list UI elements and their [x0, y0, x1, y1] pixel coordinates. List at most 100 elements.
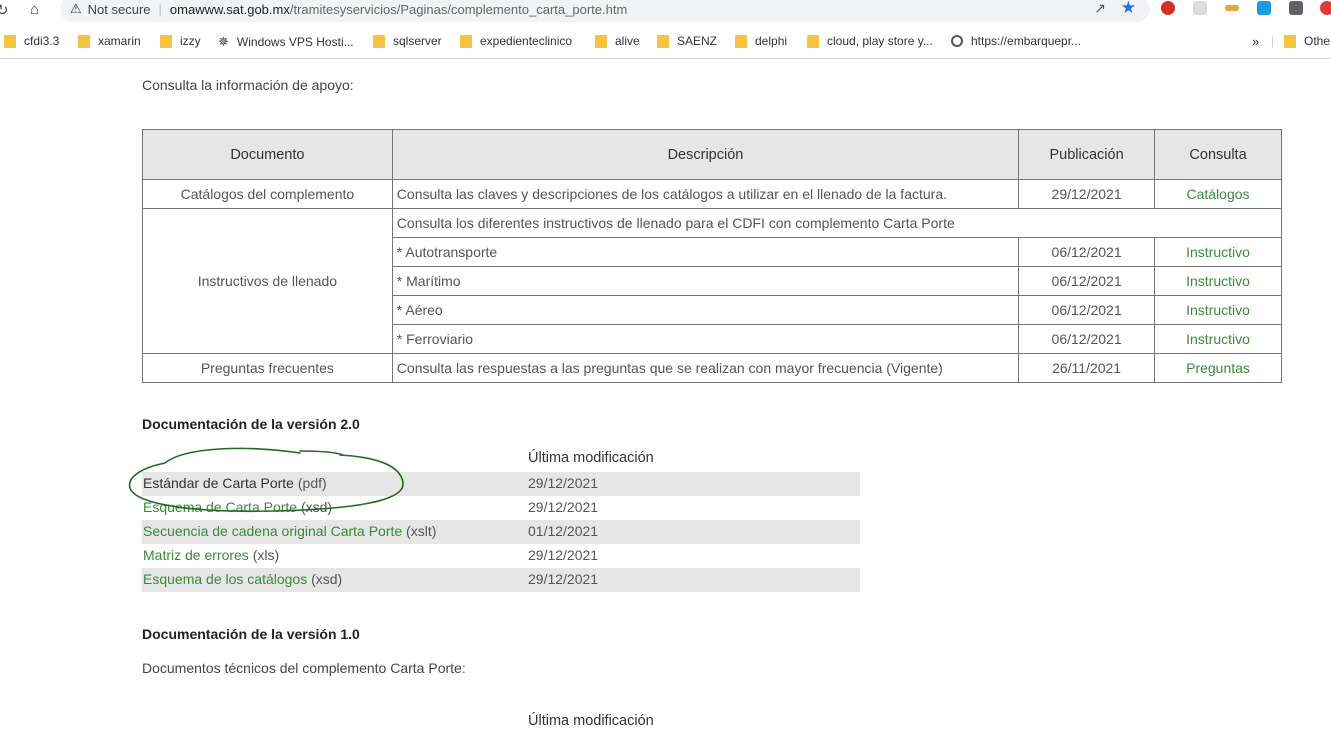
xml-extension-icon[interactable] — [1225, 5, 1239, 11]
doc-date: 29/12/2021 — [528, 547, 599, 563]
row-date: 06/12/2021 — [1018, 295, 1156, 325]
security-label[interactable]: Not secure — [88, 2, 151, 17]
catalogos-link[interactable]: Catálogos — [1154, 179, 1282, 209]
folder-icon — [373, 34, 385, 48]
puzzle-extension-icon[interactable] — [1289, 1, 1303, 15]
row-description: Consulta las respuestas a las preguntas … — [391, 353, 1020, 383]
extension-icon[interactable] — [1193, 1, 1207, 15]
share-icon[interactable]: ↗ — [1094, 0, 1106, 17]
checkbox-extension-icon[interactable] — [1257, 1, 1271, 15]
warning-icon[interactable]: ⚠ — [70, 1, 82, 17]
instructivo-name: * Ferroviario — [391, 324, 1020, 354]
row-date: 29/12/2021 — [1018, 179, 1156, 209]
doc-name: Esquema de Carta Porte (xsd) — [143, 499, 332, 515]
doc-name: Esquema de los catálogos (xsd) — [143, 571, 342, 587]
doc-name: Matriz de errores (xls) — [143, 547, 279, 563]
doc-date: 01/12/2021 — [528, 523, 599, 539]
bookmarks-divider: | — [1271, 34, 1275, 48]
row-date: 06/12/2021 — [1018, 324, 1156, 354]
bookmark-link[interactable]: https://embarquepr... — [951, 34, 1081, 48]
omnibox[interactable]: ⚠ Not secure | omawww.sat.gob.mx/tramite… — [60, 0, 1150, 22]
doc-name: Secuencia de cadena original Carta Porte… — [143, 523, 436, 539]
doc-link[interactable]: Esquema de los catálogos — [143, 571, 307, 587]
bookmark-folder[interactable]: izzy — [160, 34, 201, 48]
folder-icon — [460, 34, 472, 48]
instructivo-link[interactable]: Instructivo — [1154, 266, 1282, 296]
adblock-extension-icon[interactable] — [1161, 1, 1175, 15]
row-document: Catálogos del complemento — [142, 179, 393, 209]
list-item: Esquema de Carta Porte (xsd) 29/12/2021 — [142, 496, 860, 520]
row-date: 06/12/2021 — [1018, 237, 1156, 267]
folder-icon — [807, 34, 819, 48]
bookmark-link[interactable]: ✵ Windows VPS Hosti... — [218, 34, 354, 50]
omnibox-divider: | — [158, 1, 162, 17]
doc-date: 29/12/2021 — [528, 475, 599, 491]
address-bar-area: ↻ ⌂ ⚠ Not secure | omawww.sat.gob.mx/tra… — [0, 0, 1331, 22]
bookmark-folder[interactable]: SAENZ — [657, 34, 717, 48]
support-table: Documento Descripción Publicación Consul… — [142, 129, 1283, 383]
url-text[interactable]: omawww.sat.gob.mx/tramitesyservicios/Pag… — [170, 2, 627, 17]
folder-icon — [78, 34, 90, 48]
folder-icon — [160, 34, 172, 48]
list-item: Secuencia de cadena original Carta Porte… — [142, 520, 860, 544]
doc-extension: (pdf) — [293, 475, 327, 491]
doc-link[interactable]: Esquema de Carta Porte — [143, 499, 297, 515]
chrome-divider — [0, 58, 1331, 59]
doc-link[interactable]: Matriz de errores — [143, 547, 249, 563]
bookmark-folder[interactable]: expedienteclinico — [460, 34, 572, 48]
last-modified-header: Última modificación — [528, 450, 654, 466]
bookmark-label: cfdi3.3 — [24, 34, 60, 48]
bookmark-label: expedienteclinico — [480, 34, 573, 48]
preguntas-link[interactable]: Preguntas — [1154, 353, 1282, 383]
v20-list-header: Última modificación — [142, 446, 860, 472]
table-row: Preguntas frecuentes Consulta las respue… — [142, 353, 1282, 383]
doc-date: 29/12/2021 — [528, 499, 599, 515]
url-path: /tramitesyservicios/Paginas/complemento_… — [289, 1, 628, 17]
table-header-row: Documento Descripción Publicación Consul… — [142, 129, 1282, 180]
bookmark-folder[interactable]: sqlserver — [373, 34, 442, 48]
bookmark-label: sqlserver — [393, 34, 442, 48]
bookmark-folder[interactable]: alive — [595, 34, 640, 48]
folder-icon — [4, 34, 16, 48]
doc-link[interactable]: Secuencia de cadena original Carta Porte — [143, 523, 402, 539]
more-bookmarks-button[interactable]: » — [1252, 34, 1259, 49]
bookmark-folder[interactable]: xamarin — [78, 34, 141, 48]
header-documento: Documento — [142, 129, 393, 180]
doc-extension: (xsd) — [297, 499, 333, 515]
bookmark-label: izzy — [180, 34, 201, 48]
bookmark-label: SAENZ — [677, 34, 718, 48]
home-icon[interactable]: ⌂ — [30, 1, 39, 18]
bookmark-label: Windows VPS Hosti... — [236, 35, 354, 49]
bookmark-folder[interactable]: delphi — [735, 34, 787, 48]
reload-icon[interactable]: ↻ — [0, 1, 9, 19]
v10-heading: Documentación de la versión 1.0 — [142, 626, 360, 642]
instructivo-link[interactable]: Instructivo — [1154, 324, 1282, 354]
row-date: 06/12/2021 — [1018, 266, 1156, 296]
row-description: Consulta los diferentes instructivos de … — [391, 208, 1283, 238]
folder-icon — [735, 34, 747, 48]
bookmark-label: xamarin — [98, 34, 141, 48]
windows-vps-icon: ✵ — [218, 34, 229, 49]
row-description: Consulta las claves y descripciones de l… — [391, 179, 1020, 209]
other-bookmarks-folder[interactable]: Othe — [1284, 34, 1330, 48]
instructivo-link[interactable]: Instructivo — [1154, 237, 1282, 267]
bookmark-label: cloud, play store y... — [827, 34, 933, 48]
folder-icon — [595, 34, 607, 48]
bookmark-folder[interactable]: cfdi3.3 — [4, 34, 59, 48]
instructivo-link[interactable]: Instructivo — [1154, 295, 1282, 325]
header-publicacion: Publicación — [1018, 129, 1156, 180]
doc-extension: (xls) — [248, 547, 280, 563]
bookmark-folder[interactable]: cloud, play store y... — [807, 34, 933, 48]
doc-name: Estándar de Carta Porte (pdf) — [143, 475, 327, 491]
instructivo-name: * Marítimo — [391, 266, 1020, 296]
doc-link[interactable]: Estándar de Carta Porte — [143, 475, 294, 491]
row-document: Preguntas frecuentes — [142, 353, 393, 383]
globe-icon — [951, 35, 963, 47]
v20-doc-list: Última modificación Estándar de Carta Po… — [142, 446, 860, 592]
v20-heading: Documentación de la versión 2.0 — [142, 416, 360, 432]
header-descripcion: Descripción — [391, 129, 1020, 180]
bookmark-star-icon[interactable]: ★ — [1121, 0, 1136, 18]
row-date: 26/11/2021 — [1018, 353, 1156, 383]
doc-extension: (xslt) — [402, 523, 437, 539]
profile-avatar[interactable] — [1320, 1, 1331, 15]
